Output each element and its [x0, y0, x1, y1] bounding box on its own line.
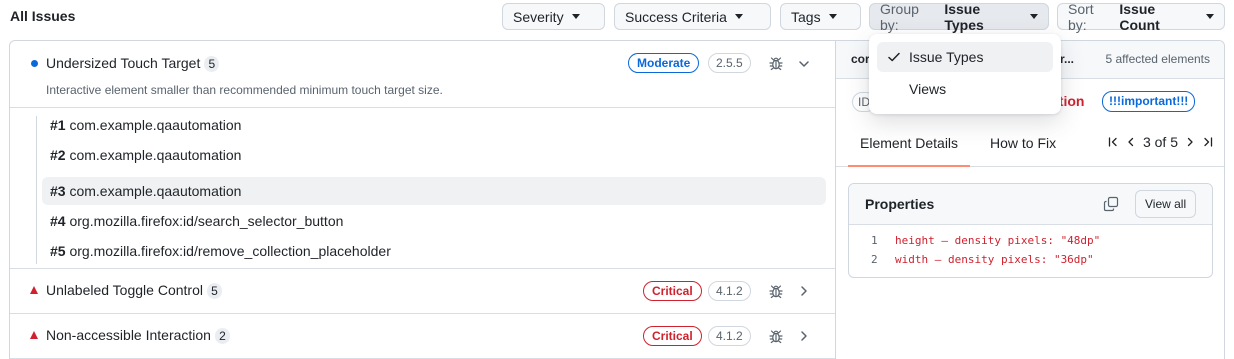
element-number: #5: [50, 243, 66, 259]
bug-icon: [769, 57, 783, 71]
severity-badge: Critical: [643, 281, 702, 301]
properties-header: Properties View all: [849, 184, 1212, 225]
issue-title-text: Unlabeled Toggle Control: [46, 282, 203, 298]
menu-item-views[interactable]: Views: [877, 74, 1053, 104]
caret-down-icon: [828, 14, 837, 19]
caret-down-icon: [1206, 14, 1214, 19]
tab-element-details[interactable]: Element Details: [848, 125, 971, 167]
previous-page-icon[interactable]: [1125, 136, 1137, 148]
group-by-dropdown-menu: Issue Types Views: [869, 34, 1061, 114]
sort-by-button[interactable]: Sort by: Issue Count: [1057, 0, 1225, 33]
line-number: 1: [871, 234, 878, 247]
criteria-badge: 4.1.2: [708, 281, 751, 301]
element-item[interactable]: #2 com.example.qaautomation: [42, 141, 826, 169]
sort-by-prefix: Sort by:: [1068, 0, 1094, 33]
element-item[interactable]: #1 com.example.qaautomation: [42, 111, 826, 139]
element-id: com.example.qaautomation: [69, 117, 242, 133]
caret-down-icon: [571, 14, 580, 19]
critical-warning-icon: [30, 331, 38, 339]
issue-count-badge: 5: [204, 56, 220, 72]
criteria-badge: 2.5.5: [708, 53, 751, 73]
properties-title: Properties: [865, 196, 935, 212]
page-title: All Issues: [10, 8, 76, 24]
element-pager: 3 of 5: [1107, 134, 1214, 150]
bug-icon: [769, 285, 783, 299]
issue-description: Interactive element smaller than recomme…: [46, 83, 443, 97]
issue-title-text: Non-accessible Interaction: [46, 327, 211, 343]
critical-warning-icon: [30, 286, 38, 294]
issue-count-badge: 5: [206, 283, 222, 299]
issue-title: Undersized Touch Target 5: [46, 55, 220, 72]
menu-item-issue-types[interactable]: Issue Types: [877, 42, 1053, 72]
tree-line: [36, 116, 37, 264]
sort-by-value: Issue Count: [1119, 0, 1160, 33]
caret-down-icon: [734, 14, 743, 19]
severity-badge: Critical: [643, 326, 702, 346]
chevron-right-icon[interactable]: [798, 285, 810, 297]
issue-group-header[interactable]: Undersized Touch Target 5 Interactive ele…: [10, 41, 835, 108]
element-item[interactable]: #5 org.mozilla.firefox:id/remove_collect…: [42, 237, 826, 265]
affected-elements-count: 5 affected elements: [1105, 52, 1210, 66]
issue-row[interactable]: Unlabeled Toggle Control 5 Critical 4.1.2: [10, 269, 835, 314]
affected-elements-list: #1 com.example.qaautomation #2 com.examp…: [10, 108, 835, 269]
element-id: org.mozilla.firefox:id/remove_collection…: [69, 243, 391, 259]
issue-count-badge: 2: [214, 328, 230, 344]
pager-position: 3 of 5: [1142, 134, 1178, 150]
severity-filter-label: Severity: [513, 8, 564, 25]
code-text: height – density pixels: "48dp": [895, 234, 1101, 247]
moderate-dot-icon: [31, 60, 38, 67]
element-number: #1: [50, 117, 66, 133]
copy-icon[interactable]: [1103, 196, 1119, 212]
issue-title: Non-accessible Interaction 2: [46, 327, 230, 344]
last-page-icon[interactable]: [1202, 136, 1214, 148]
chevron-down-icon[interactable]: [798, 58, 810, 70]
next-page-icon[interactable]: [1184, 136, 1196, 148]
element-item[interactable]: #4 org.mozilla.firefox:id/search_selecto…: [42, 207, 826, 235]
line-number: 2: [871, 253, 878, 266]
severity-filter-button[interactable]: Severity: [502, 3, 605, 30]
issue-title: Unlabeled Toggle Control 5: [46, 282, 222, 299]
element-id: org.mozilla.firefox:id/search_selector_b…: [69, 213, 344, 229]
tab-how-to-fix[interactable]: How to Fix: [990, 125, 1056, 167]
issues-list: Undersized Touch Target 5 Interactive ele…: [9, 40, 835, 359]
element-item-selected[interactable]: #3 com.example.qaautomation: [42, 177, 826, 205]
check-icon: [888, 52, 900, 62]
success-criteria-filter-button[interactable]: Success Criteria: [614, 3, 771, 30]
issue-title-text: Undersized Touch Target: [46, 55, 201, 71]
element-number: #3: [50, 183, 66, 199]
bug-icon: [769, 330, 783, 344]
issue-row[interactable]: Non-accessible Interaction 2 Critical 4.1…: [10, 314, 835, 359]
toolbar: All Issues Severity Success Criteria Tag…: [0, 0, 1234, 34]
element-number: #4: [50, 213, 66, 229]
element-id: com.example.qaautomation: [69, 183, 242, 199]
group-by-prefix: Group by:: [880, 0, 919, 33]
important-badge: !!!important!!!: [1102, 91, 1196, 112]
code-text: width – density pixels: "36dp": [895, 253, 1094, 266]
caret-down-icon: [1030, 14, 1038, 19]
details-tabs: Element Details How to Fix 3 of 5: [836, 125, 1224, 167]
first-page-icon[interactable]: [1107, 136, 1119, 148]
details-header-title: cor: [851, 52, 870, 66]
criteria-badge: 4.1.2: [708, 326, 751, 346]
tags-filter-label: Tags: [791, 8, 821, 25]
group-by-value: Issue Types: [944, 0, 984, 33]
element-number: #2: [50, 147, 66, 163]
menu-item-label: Issue Types: [909, 49, 984, 65]
properties-card: Properties View all 1 height – density p…: [848, 183, 1213, 278]
tags-filter-button[interactable]: Tags: [780, 3, 861, 30]
menu-item-label: Views: [909, 81, 947, 97]
group-by-button[interactable]: Group by: Issue Types: [869, 0, 1049, 33]
element-id: com.example.qaautomation: [69, 147, 242, 163]
success-criteria-filter-label: Success Criteria: [625, 8, 727, 25]
view-all-button[interactable]: View all: [1135, 190, 1197, 218]
severity-badge: Moderate: [628, 53, 700, 73]
chevron-right-icon[interactable]: [798, 330, 810, 342]
